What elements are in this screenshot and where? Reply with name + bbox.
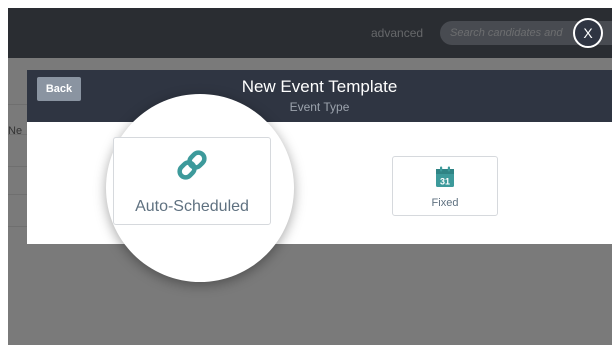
modal-subtitle: Event Type (289, 100, 350, 114)
fixed-option-label: Fixed (431, 197, 459, 209)
link-icon (175, 150, 209, 185)
calendar-icon: 31 (435, 166, 455, 193)
auto-scheduled-option-card[interactable]: Auto-Scheduled (113, 137, 271, 225)
screen: advanced Ne Back New Event Template Even… (8, 8, 612, 345)
modal-title: New Event Template (241, 77, 398, 96)
fixed-option-card[interactable]: 31 Fixed (392, 156, 498, 216)
spotlight-magnifier: Auto-Scheduled (106, 94, 294, 282)
calendar-day-number: 31 (440, 177, 450, 187)
close-button[interactable]: X (573, 18, 603, 48)
auto-scheduled-option-label: Auto-Scheduled (135, 198, 249, 215)
modal-header: Back New Event Template Event Type (27, 70, 612, 122)
